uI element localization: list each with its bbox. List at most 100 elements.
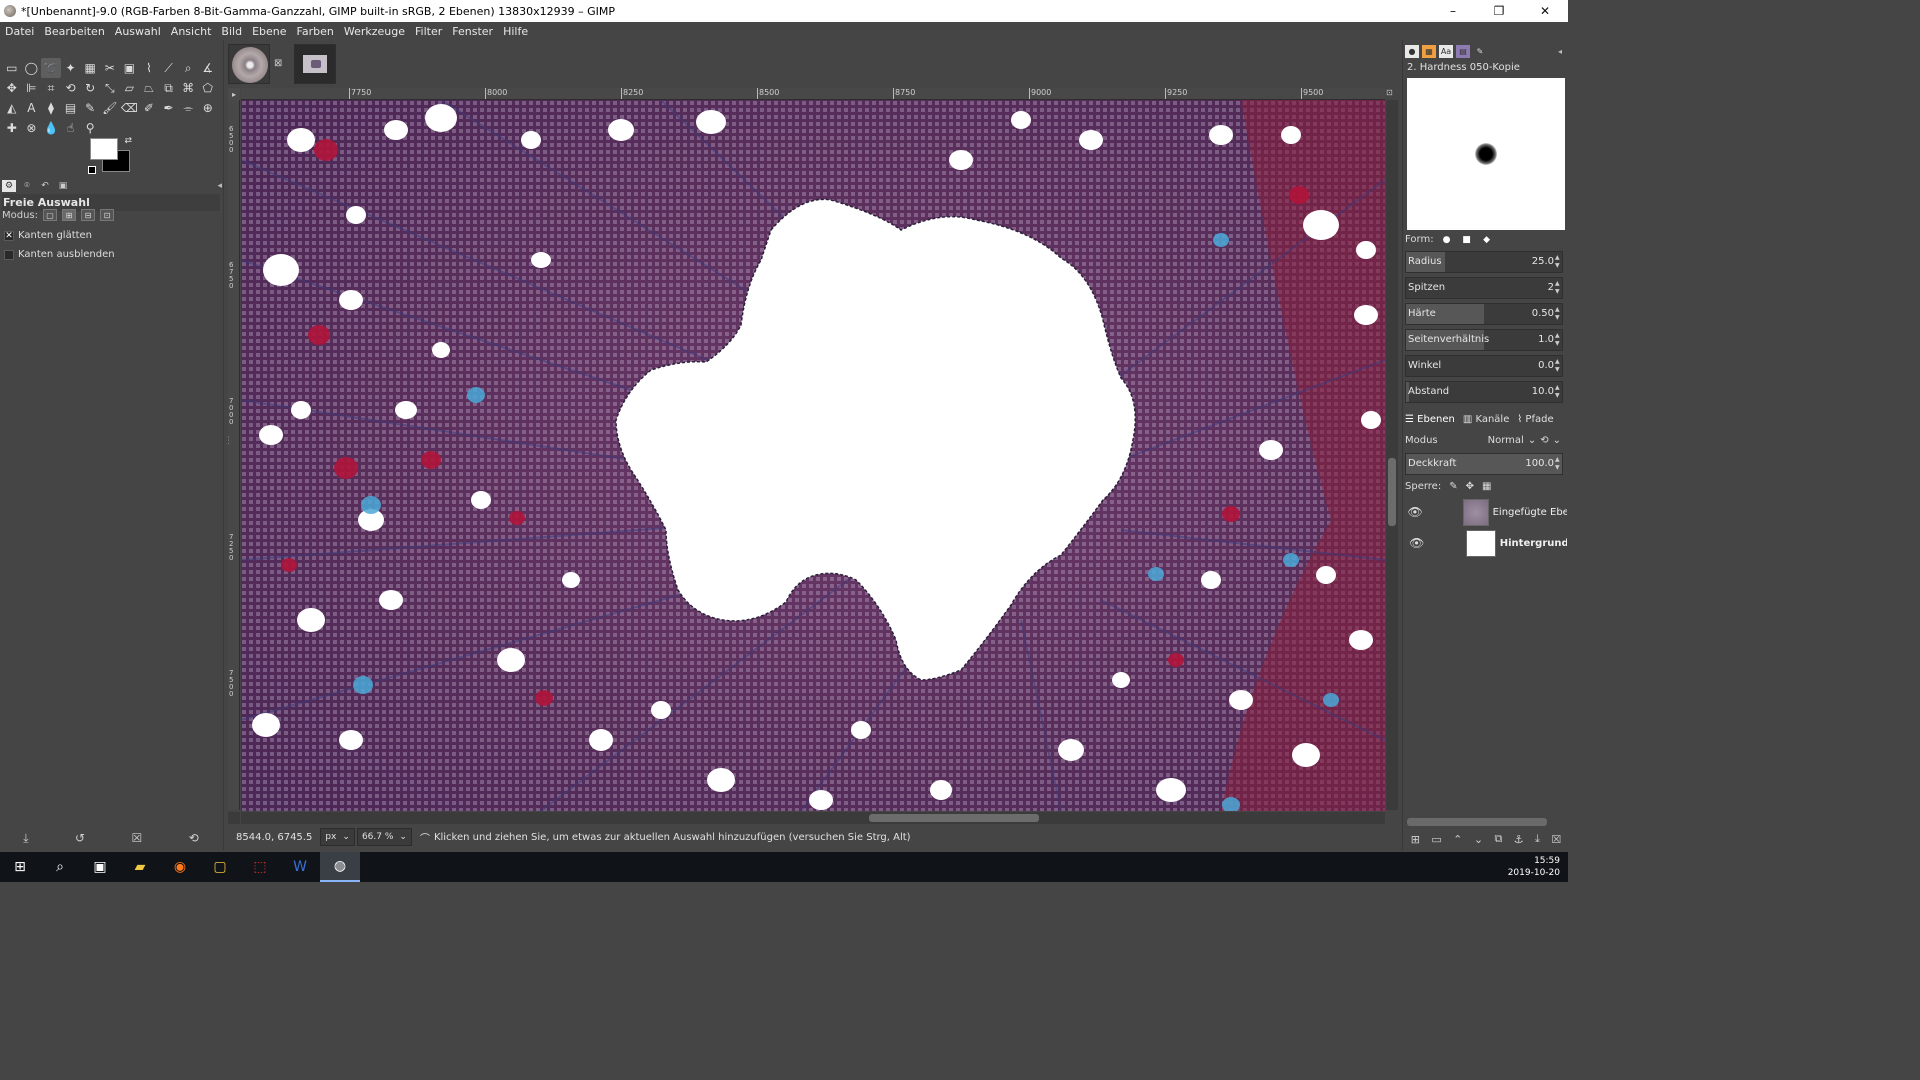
spin-arrows-icon[interactable]: ▲ ▼ bbox=[1555, 330, 1562, 350]
spin-arrows-icon[interactable]: ▲ ▼ bbox=[1555, 382, 1562, 402]
unit-selector[interactable]: px ⌄ bbox=[320, 828, 355, 846]
duplicate-layer-icon[interactable]: ⧉ bbox=[1494, 832, 1502, 846]
brush-editor-tab-icon[interactable]: ✎ bbox=[1473, 45, 1487, 58]
system-clock[interactable]: 15:59 2019-10-20 bbox=[1508, 855, 1560, 879]
blur-tool-icon[interactable]: 💧 bbox=[41, 118, 61, 138]
device-status-tab-icon[interactable]: ⌾ bbox=[20, 180, 34, 192]
mode-add-icon[interactable]: ⊞ bbox=[62, 209, 77, 221]
fill-tool-icon[interactable]: ⧫ bbox=[41, 98, 61, 118]
menu-auswahl[interactable]: Auswahl bbox=[110, 25, 166, 38]
image-canvas[interactable] bbox=[241, 100, 1385, 811]
aspect-ratio-slider[interactable]: Seitenverhältnis 1.0 ▲ ▼ bbox=[1405, 329, 1563, 351]
zoom-selector[interactable]: 66.7 % ⌄ bbox=[356, 828, 412, 846]
tab-pfade[interactable]: ⌇ Pfade bbox=[1517, 414, 1553, 425]
zoom-tool-icon[interactable]: ⌕ bbox=[178, 58, 198, 78]
navigate-icon[interactable]: ⊡ bbox=[1386, 88, 1398, 100]
menu-farben[interactable]: Farben bbox=[292, 25, 339, 38]
mode-replace-icon[interactable]: ▢ bbox=[43, 209, 58, 221]
free-select-tool-icon[interactable]: ➰ bbox=[41, 58, 61, 78]
measure-tool-icon[interactable]: ∡ bbox=[198, 58, 218, 78]
merge-layer-icon[interactable]: ⤓ bbox=[1535, 832, 1540, 846]
scissors-tool-icon[interactable]: ✂ bbox=[100, 58, 120, 78]
menu-werkzeuge[interactable]: Werkzeuge bbox=[339, 25, 410, 38]
scrollbar-thumb[interactable] bbox=[1388, 458, 1396, 526]
task-view-icon[interactable]: ▣ bbox=[80, 852, 120, 882]
maximize-button[interactable]: ❐ bbox=[1476, 0, 1522, 22]
spacing-slider[interactable]: Abstand 10.0 ▲ ▼ bbox=[1405, 381, 1563, 403]
close-tab-icon[interactable]: ⊠ bbox=[274, 58, 282, 69]
file-explorer-icon[interactable]: ▰ bbox=[120, 852, 160, 882]
rect-select-tool-icon[interactable]: ▭ bbox=[2, 58, 22, 78]
delete-options-icon[interactable]: ☒ bbox=[131, 831, 142, 845]
eye-icon[interactable]: 👁 bbox=[1405, 505, 1425, 519]
spin-arrows-icon[interactable]: ▲ ▼ bbox=[1555, 454, 1562, 474]
unified-transform-tool-icon[interactable]: ⟲ bbox=[61, 78, 81, 98]
configure-tab-icon[interactable]: ◂ bbox=[217, 181, 222, 191]
gradients-tab-icon[interactable]: ▤ bbox=[1456, 44, 1470, 58]
fuzzy-select-tool-icon[interactable]: ✦ bbox=[61, 58, 81, 78]
pdf-reader-icon[interactable]: ⬚ bbox=[240, 852, 280, 882]
reset-options-icon[interactable]: ⟲ bbox=[189, 831, 199, 845]
layer-row[interactable]: 👁 Hintergrund bbox=[1405, 528, 1567, 558]
feather-checkbox[interactable] bbox=[4, 249, 14, 260]
layers-scrollbar[interactable] bbox=[1407, 818, 1547, 826]
radius-slider[interactable]: Radius 25.0 ▲ ▼ bbox=[1405, 251, 1563, 273]
paintbrush-tool-icon[interactable]: 🖌 bbox=[100, 98, 120, 118]
image-tab-2[interactable] bbox=[294, 44, 336, 84]
menu-bearbeiten[interactable]: Bearbeiten bbox=[39, 25, 109, 38]
mode-intersect-icon[interactable]: ⊡ bbox=[100, 209, 115, 221]
word-icon[interactable]: W bbox=[280, 852, 320, 882]
tool-options-tab-icon[interactable]: ⚙ bbox=[2, 180, 16, 192]
dock-collapse-icon[interactable]: ⋮ bbox=[224, 436, 233, 446]
menu-ansicht[interactable]: Ansicht bbox=[166, 25, 217, 38]
mode-switch-icon[interactable]: ⟲ bbox=[1540, 435, 1548, 446]
layer-mode-select[interactable]: Normal ⌄ ⟲ ⌄ bbox=[1488, 435, 1561, 446]
menu-filter[interactable]: Filter bbox=[410, 25, 447, 38]
foreground-select-tool-icon[interactable]: ▣ bbox=[120, 58, 140, 78]
3d-transform-tool-icon[interactable]: ⧉ bbox=[159, 78, 179, 98]
perspective-clone-tool-icon[interactable]: ⊗ bbox=[22, 118, 42, 138]
anchor-layer-icon[interactable]: ⚓ bbox=[1514, 833, 1524, 846]
spin-arrows-icon[interactable]: ▲ ▼ bbox=[1555, 252, 1562, 272]
image-tab-1[interactable] bbox=[228, 44, 270, 84]
lock-pixels-icon[interactable]: ✎ bbox=[1449, 481, 1457, 492]
smudge-tool-icon[interactable]: ☝ bbox=[61, 118, 81, 138]
tab-ebenen[interactable]: ☰ Ebenen bbox=[1405, 414, 1455, 425]
ellipse-select-tool-icon[interactable]: ◯ bbox=[22, 58, 42, 78]
spin-arrows-icon[interactable]: ▲ ▼ bbox=[1555, 304, 1562, 324]
airbrush-tool-icon[interactable]: ✐ bbox=[139, 98, 159, 118]
clone-tool-icon[interactable]: ⊕ bbox=[198, 98, 218, 118]
menu-bild[interactable]: Bild bbox=[216, 25, 247, 38]
reset-colors-icon[interactable] bbox=[88, 166, 96, 174]
shear-tool-icon[interactable]: ▱ bbox=[120, 78, 140, 98]
mypaint-brush-tool-icon[interactable]: ⌯ bbox=[178, 98, 198, 118]
fonts-tab-icon[interactable]: Aa bbox=[1439, 44, 1453, 58]
delete-layer-icon[interactable]: ☒ bbox=[1551, 833, 1561, 846]
menu-fenster[interactable]: Fenster bbox=[447, 25, 498, 38]
undo-history-tab-icon[interactable]: ↶ bbox=[38, 180, 52, 192]
menu-ebene[interactable]: Ebene bbox=[247, 25, 291, 38]
paths-tool-icon[interactable]: ⌇ bbox=[139, 58, 159, 78]
menu-datei[interactable]: Datei bbox=[0, 25, 39, 38]
antialias-checkbox[interactable]: ✕ bbox=[4, 230, 14, 241]
sticky-app-icon[interactable]: ▢ bbox=[200, 852, 240, 882]
spin-arrows-icon[interactable]: ▲ ▼ bbox=[1555, 356, 1562, 376]
gradient-tool-icon[interactable]: ▤ bbox=[61, 98, 81, 118]
raise-layer-icon[interactable]: ⌃ bbox=[1453, 833, 1462, 846]
warp-tool-icon[interactable]: ⌘ bbox=[178, 78, 198, 98]
circle-shape-icon[interactable]: ● bbox=[1440, 233, 1454, 246]
lower-layer-icon[interactable]: ⌄ bbox=[1474, 833, 1483, 846]
rotate-tool-icon[interactable]: ↻ bbox=[80, 78, 100, 98]
configure-tab-icon[interactable]: ◂ bbox=[1553, 45, 1567, 58]
close-button[interactable]: ✕ bbox=[1522, 0, 1568, 22]
vertical-ruler[interactable]: 6500 6750 7000 7250 7500 bbox=[228, 100, 240, 810]
text-tool-icon[interactable]: A bbox=[22, 98, 42, 118]
foreground-color-swatch[interactable] bbox=[90, 138, 118, 160]
angle-slider[interactable]: Winkel 0.0 ▲ ▼ bbox=[1405, 355, 1563, 377]
minimize-button[interactable]: – bbox=[1430, 0, 1476, 22]
eraser-tool-icon[interactable]: ⌫ bbox=[120, 98, 140, 118]
bucket-fill-tool-icon[interactable]: ◭ bbox=[2, 98, 22, 118]
windows-start-icon[interactable]: ⊞ bbox=[0, 852, 40, 882]
save-options-icon[interactable]: ⤓ bbox=[23, 831, 28, 846]
gimp-taskbar-icon[interactable]: ◍ bbox=[320, 852, 360, 882]
